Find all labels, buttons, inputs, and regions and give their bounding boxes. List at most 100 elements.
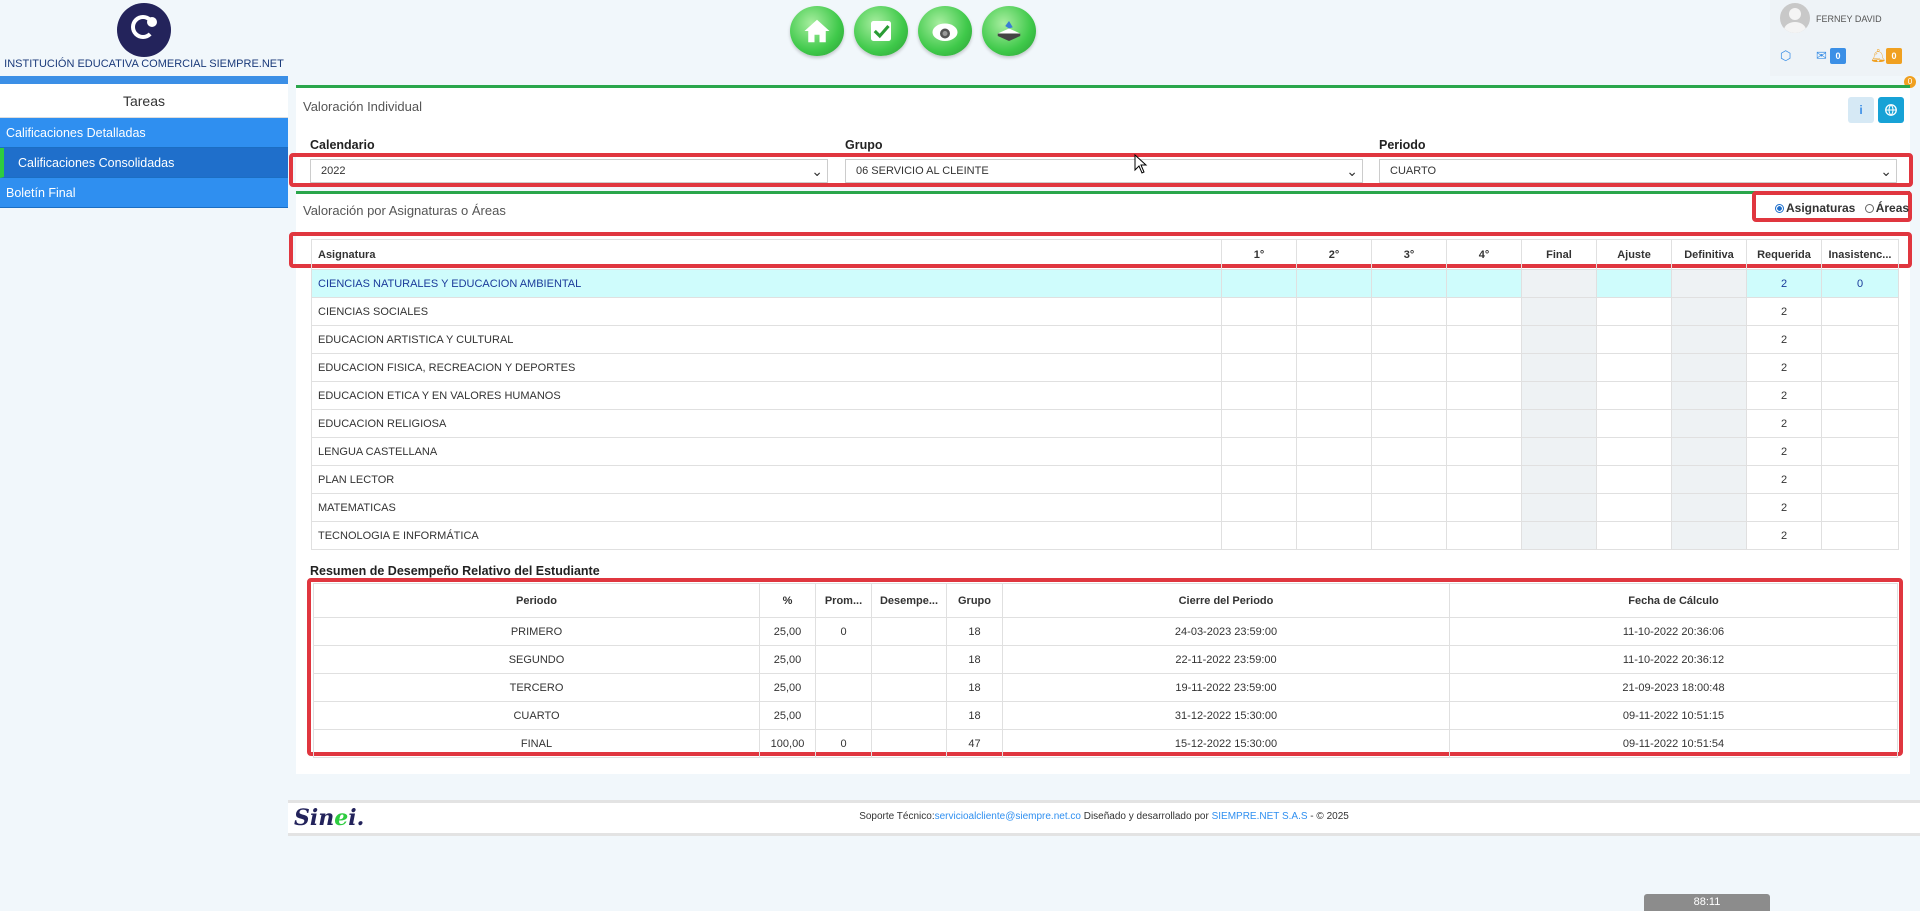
group-label: Grupo (845, 138, 883, 152)
col-inasistencias[interactable]: Inasistenc... (1821, 239, 1899, 270)
designed-by: Diseñado y desarrollado por (1080, 811, 1212, 822)
table-row[interactable]: EDUCACION RELIGIOSA 2 (311, 409, 1899, 438)
globe-icon (1885, 104, 1897, 116)
checkbox-icon[interactable] (854, 6, 908, 56)
section-title: Valoración Individual (303, 99, 422, 114)
table-row[interactable]: PLAN LECTOR 2 (311, 465, 1899, 494)
col-p1[interactable]: 1° (1221, 239, 1297, 270)
sidebar-item-calificaciones-consolidadas[interactable]: Calificaciones Consolidadas (0, 148, 288, 178)
col-desempeno[interactable]: Desempe... (871, 583, 947, 618)
radio-areas[interactable]: Áreas (1864, 201, 1910, 215)
subject-cell: LENGUA CASTELLANA (311, 437, 1222, 466)
quick-nav (790, 6, 1036, 56)
footer: Sinei. Soporte Técnico:servicioalcliente… (288, 800, 1920, 836)
subject-cell: EDUCACION ETICA Y EN VALORES HUMANOS (311, 381, 1222, 410)
group-select[interactable]: 06 SERVICIO AL CLEINTE ⌄ (845, 159, 1363, 183)
school-name: INSTITUCIÓN EDUCATIVA COMERCIAL SIEMPRE.… (4, 58, 284, 70)
required-cell: 2 (1746, 465, 1822, 494)
absences-cell (1821, 437, 1899, 466)
col-p2[interactable]: 2° (1296, 239, 1372, 270)
absences-cell (1821, 381, 1899, 410)
required-cell: 2 (1746, 297, 1822, 326)
bell-icon[interactable]: 🔔︎ (1870, 48, 1887, 64)
absences-cell (1821, 353, 1899, 382)
table-row[interactable]: TECNOLOGIA E INFORMÁTICA 2 (311, 521, 1899, 550)
col-final[interactable]: Final (1521, 239, 1597, 270)
user-name[interactable]: FERNEY DAVID (1816, 14, 1882, 24)
table-row[interactable]: CIENCIAS SOCIALES 2 (311, 297, 1899, 326)
mouse-cursor-icon (1134, 154, 1148, 174)
required-cell: 2 (1746, 437, 1822, 466)
summary-row[interactable]: CUARTO 25,00 18 31-12-2022 15:30:00 09-11-20… (313, 701, 1898, 730)
info-button[interactable]: i (1848, 97, 1874, 123)
sidebar-item-calificaciones-detalladas[interactable]: Calificaciones Detalladas (0, 118, 288, 148)
col-p4[interactable]: 4° (1446, 239, 1522, 270)
sidebar-accent (0, 76, 288, 84)
table-row[interactable]: EDUCACION ETICA Y EN VALORES HUMANOS 2 (311, 381, 1899, 410)
globe-button[interactable] (1878, 97, 1904, 123)
user-panel: FERNEY DAVID ⬡ ✉ 0 🔔︎ 0 (1770, 0, 1920, 76)
required-cell: 2 (1746, 409, 1822, 438)
support-email-link[interactable]: servicioalcliente@siempre.net.co (935, 811, 1081, 822)
col-p3[interactable]: 3° (1371, 239, 1447, 270)
subject-cell: EDUCACION ARTISTICA Y CULTURAL (311, 325, 1222, 354)
copyright: - © 2025 (1307, 811, 1349, 822)
period-select[interactable]: CUARTO ⌄ (1379, 159, 1897, 183)
school-logo[interactable]: INSTITUCIÓN EDUCATIVA COMERCIAL SIEMPRE.… (0, 0, 288, 76)
col-definitiva[interactable]: Definitiva (1671, 239, 1747, 270)
col-asignatura[interactable]: Asignatura (311, 239, 1222, 270)
table-row[interactable]: LENGUA CASTELLANA 2 (311, 437, 1899, 466)
camera-icon[interactable] (918, 6, 972, 56)
period-value: CUARTO (1390, 165, 1437, 177)
required-cell: 2 (1746, 353, 1822, 382)
summary-row[interactable]: PRIMERO 25,00 0 18 24-03-2023 23:59:00 11-10-… (313, 617, 1898, 646)
sidebar-item-boletin-final[interactable]: Boletín Final (0, 178, 288, 208)
avatar[interactable] (1780, 3, 1810, 33)
col-requerida[interactable]: Requerida (1746, 239, 1822, 270)
messages-badge: 0 (1830, 48, 1846, 64)
grades-table: Asignatura 1° 2° 3° 4° Final Ajuste Defi… (311, 239, 1899, 550)
col-cierre[interactable]: Cierre del Periodo (1002, 583, 1450, 618)
calendar-value: 2022 (321, 165, 346, 177)
col-percent[interactable]: % (759, 583, 816, 618)
col-promedio[interactable]: Prom... (815, 583, 872, 618)
cube-icon[interactable]: ⬡ (1780, 48, 1791, 64)
radio-off-icon (1864, 204, 1874, 213)
mail-icon[interactable]: ✉ (1816, 48, 1827, 64)
subject-cell: PLAN LECTOR (311, 465, 1222, 494)
session-timer: 88:11 (1644, 894, 1770, 911)
radio-areas-label: Áreas (1875, 201, 1910, 215)
absences-cell (1821, 409, 1899, 438)
table-row[interactable]: MATEMATICAS 2 (311, 493, 1899, 522)
col-periodo[interactable]: Periodo (313, 583, 760, 618)
chevron-down-icon: ⌄ (1346, 163, 1358, 179)
table-row[interactable]: EDUCACION FISICA, RECREACION Y DEPORTES … (311, 353, 1899, 382)
support-label: Soporte Técnico: (859, 811, 935, 822)
summary-title: Resumen de Desempeño Relativo del Estudi… (310, 564, 600, 578)
sidebar-title: Tareas (0, 84, 288, 118)
chevron-down-icon: ⌄ (1880, 163, 1892, 179)
summary-row[interactable]: TERCERO 25,00 18 19-11-2022 23:59:00 21-09-2… (313, 673, 1898, 702)
logo-icon (117, 3, 171, 57)
summary-row[interactable]: FINAL 100,00 0 47 15-12-2022 15:30:00 09-11-2… (313, 729, 1898, 758)
subject-cell: MATEMATICAS (311, 493, 1222, 522)
col-ajuste[interactable]: Ajuste (1596, 239, 1672, 270)
subject-cell: EDUCACION FISICA, RECREACION Y DEPORTES (311, 353, 1222, 382)
sidebar: Tareas Calificaciones Detalladas Calific… (0, 76, 288, 911)
home-icon[interactable] (790, 6, 844, 56)
required-cell: 2 (1746, 493, 1822, 522)
book-icon[interactable] (982, 6, 1036, 56)
col-fecha-calculo[interactable]: Fecha de Cálculo (1449, 583, 1898, 618)
radio-subjects[interactable]: Asignaturas (1775, 201, 1855, 215)
company-link[interactable]: SIEMPRE.NET S.A.S (1212, 811, 1308, 822)
period-label: Periodo (1379, 138, 1426, 152)
radio-on-icon (1775, 204, 1784, 213)
calendar-select[interactable]: 2022 ⌄ (310, 159, 828, 183)
required-cell: 2 (1746, 521, 1822, 550)
chevron-down-icon: ⌄ (811, 163, 823, 179)
summary-row[interactable]: SEGUNDO 25,00 18 22-11-2022 23:59:00 11-10-2… (313, 645, 1898, 674)
table-row[interactable]: EDUCACION ARTISTICA Y CULTURAL 2 (311, 325, 1899, 354)
col-grupo[interactable]: Grupo (946, 583, 1003, 618)
table-row[interactable]: CIENCIAS NATURALES Y EDUCACION AMBIENTAL… (311, 269, 1899, 298)
calendar-label: Calendario (310, 138, 375, 152)
